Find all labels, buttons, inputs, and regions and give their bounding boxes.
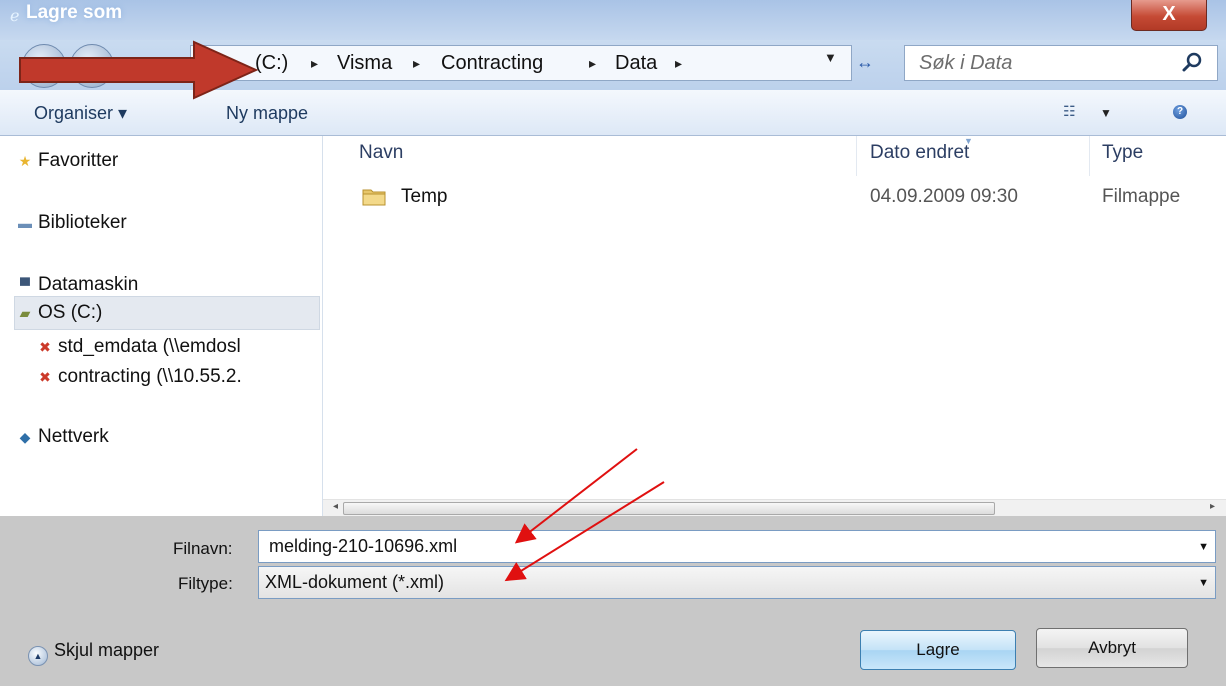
address-dropdown-icon[interactable]: ▼	[824, 50, 837, 65]
filetype-value[interactable]: XML-dokument (*.xml)	[265, 572, 444, 593]
breadcrumb-visma[interactable]: Visma	[337, 52, 392, 75]
breadcrumb-separator-icon[interactable]: ▸	[413, 55, 420, 72]
search-placeholder: Søk i Data	[919, 52, 1013, 74]
filename-field[interactable]: melding-210-10696.xml ▼	[258, 530, 1216, 563]
view-dropdown-icon[interactable]: ▼	[1100, 106, 1112, 120]
sidebar-item-favorites[interactable]: ★ Favoritter	[16, 150, 322, 172]
horizontal-scrollbar[interactable]: ◂ ▸	[323, 499, 1226, 517]
sidebar-item-computer[interactable]: ▀ Datamaskin	[16, 274, 322, 296]
network-icon: ◆	[19, 429, 31, 445]
breadcrumb-separator-icon[interactable]: ▸	[589, 55, 596, 72]
refresh-icon[interactable]: ↔	[856, 52, 874, 73]
window-title: Lagre som	[26, 2, 123, 23]
filetype-select[interactable]: XML-dokument (*.xml) ▼	[258, 566, 1216, 599]
sidebar-item-libraries[interactable]: ▬ Biblioteker	[16, 212, 322, 234]
forward-button[interactable]	[70, 44, 114, 88]
file-modified: 04.09.2009 09:30	[870, 186, 1018, 207]
disconnected-drive-icon: ✖	[39, 339, 51, 355]
column-header-name[interactable]: Navn	[359, 142, 403, 164]
address-bar[interactable]: (C:) ▸ Visma ▸ Contracting ▸ Data ▸	[190, 45, 852, 81]
sidebar-item-drive-c[interactable]: ▰ OS (C:)	[16, 302, 322, 324]
back-button[interactable]	[22, 44, 66, 88]
breadcrumb-separator-icon[interactable]: ▸	[311, 55, 318, 72]
sidebar-item-contracting[interactable]: ✖ contracting (\\10.55.2.	[36, 366, 322, 388]
column-header-date[interactable]: Dato endret	[870, 142, 969, 164]
collapse-icon: ▲	[28, 646, 48, 666]
file-name[interactable]: Temp	[401, 186, 447, 208]
filename-dropdown-icon[interactable]: ▼	[1198, 541, 1209, 553]
star-icon: ★	[18, 153, 32, 169]
close-button[interactable]: X	[1131, 0, 1207, 31]
command-toolbar: Organiser ▾ Ny mappe ☷ ▼ ?	[0, 90, 1226, 136]
filename-label: Filnavn:	[173, 539, 233, 558]
hide-folders-toggle[interactable]: ▲ Skjul mapper	[28, 640, 159, 666]
scroll-right-icon[interactable]: ▸	[1210, 501, 1215, 512]
breadcrumb-contracting[interactable]: Contracting	[441, 52, 543, 75]
breadcrumb-separator-icon[interactable]: ▸	[675, 55, 682, 72]
disconnected-drive-icon: ✖	[39, 369, 51, 385]
scrollbar-thumb[interactable]	[343, 502, 995, 515]
view-options-icon[interactable]: ☷	[1063, 103, 1076, 120]
sidebar-item-std-emdata[interactable]: ✖ std_emdata (\\emdosl	[36, 336, 322, 358]
filetype-dropdown-icon[interactable]: ▼	[1198, 577, 1209, 589]
help-icon[interactable]: ?	[1173, 105, 1187, 119]
save-button[interactable]: Lagre	[860, 630, 1016, 670]
search-icon[interactable]	[1181, 50, 1205, 74]
cancel-button[interactable]: Avbryt	[1036, 628, 1188, 668]
file-list: Navn ▼ Dato endret Type Temp 04.09.2009 …	[323, 136, 1226, 499]
column-header-type[interactable]: Type	[1102, 142, 1143, 164]
drive-icon: ▰	[19, 305, 31, 321]
folder-icon	[362, 189, 386, 206]
new-folder-button[interactable]: Ny mappe	[226, 103, 308, 124]
title-bar: ℯ Lagre som X	[0, 0, 1226, 40]
save-as-dialog: ℯ Lagre som X (C:) ▸ Visma ▸ Contracting…	[0, 0, 1226, 686]
column-divider[interactable]	[856, 136, 857, 176]
search-box[interactable]: Søk i Data	[904, 45, 1218, 81]
organize-button[interactable]: Organiser ▾	[34, 103, 127, 124]
save-options-panel: Filnavn: melding-210-10696.xml ▼ Filtype…	[0, 516, 1226, 686]
scroll-left-icon[interactable]: ◂	[333, 501, 338, 512]
file-type: Filmappe	[1102, 186, 1181, 207]
navigation-pane: ★ Favoritter ▬ Biblioteker ▀ Datamaskin ▰ OS…	[0, 136, 323, 516]
navigation-bar: (C:) ▸ Visma ▸ Contracting ▸ Data ▸ ▼ ↔ …	[0, 40, 1226, 90]
column-divider[interactable]	[1089, 136, 1090, 176]
ie-icon: ℯ	[10, 8, 20, 25]
breadcrumb-data[interactable]: Data	[615, 52, 657, 75]
library-icon: ▬	[18, 215, 32, 231]
sidebar-item-network[interactable]: ◆ Nettverk	[16, 426, 322, 448]
computer-icon: ▀	[20, 277, 30, 293]
breadcrumb-drive[interactable]: (C:)	[255, 52, 288, 75]
filetype-label: Filtype:	[178, 574, 233, 593]
filename-value[interactable]: melding-210-10696.xml	[269, 536, 457, 557]
